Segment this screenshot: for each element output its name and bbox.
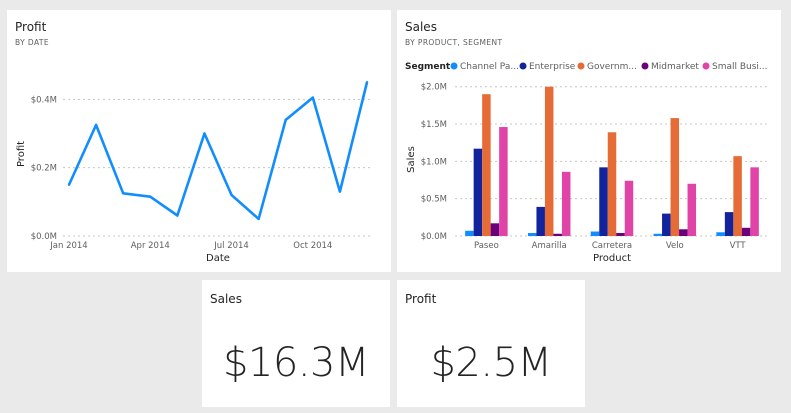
bar [679,229,688,236]
legend-label: Channel Pa... [460,62,519,72]
y-tick-label: $0.2M [31,164,57,174]
y-tick-label: $2.0M [421,83,447,93]
sales-by-product-segment-card[interactable]: Sales BY PRODUCT, SEGMENT Segment Channel… [397,10,781,272]
bar [624,180,634,236]
legend-swatch [702,62,710,70]
profit-data-point [94,123,98,127]
bar [724,212,734,236]
y-tick-label: $1.5M [421,120,447,130]
bar [716,232,725,236]
legend-label: Enterprise [529,62,576,72]
bar [465,230,474,236]
profit-data-point [284,118,287,122]
bar [527,233,537,236]
profit-data-point [230,193,233,197]
profit-data-point [203,132,206,135]
profit-data-point [121,192,125,195]
x-axis-title: Product [593,253,631,264]
bar [616,233,625,236]
profit-data-point [67,183,71,186]
profit-series-line [67,81,369,221]
legend-swatch [519,62,527,70]
y-axis-title: Profit [16,141,27,167]
x-tick-label: Paseo [474,241,499,251]
legend-label: Midmarket [651,62,699,72]
profit-data-point [176,214,179,217]
x-tick-label: VTT [730,241,747,251]
bar [536,206,545,236]
legend-swatch [450,62,458,70]
bar [733,156,742,236]
bar [687,183,697,236]
y-tick-label: $0.0M [421,232,447,242]
x-tick-label: Velo [666,241,684,251]
x-axis-title: Date [206,253,230,264]
bar [607,132,617,236]
y-tick-label: $0.5M [421,195,447,205]
bar [544,86,554,236]
bar [561,171,571,236]
legend-title: Segment [405,62,451,72]
x-tick-label: Apr 2014 [131,241,170,251]
bar [670,118,680,236]
bar [553,233,562,236]
kpi-value: $16.3M [222,340,370,386]
kpi-value: $2.5M [430,340,552,386]
bar [590,231,600,236]
profit-data-point [338,190,342,193]
bar [490,223,500,236]
profit-line-chart[interactable]: $0.0M$0.2M$0.4MJan 2014 Apr 2014 Jul 2014 O… [7,10,391,272]
kpi-title: Profit [405,292,437,306]
profit-data-point [257,217,260,221]
x-tick-label: Oct 2014 [293,241,332,251]
y-tick-label: $1.0M [421,157,447,167]
bar [482,94,491,236]
profit-kpi-card[interactable]: Profit $2.5M [397,280,585,407]
sales-bar-chart[interactable]: Segment Channel Pa... Enterprise Governm...… [397,10,781,272]
legend-swatch [577,62,585,70]
profit-data-point [149,195,152,198]
bar [473,148,483,236]
profit-by-date-card[interactable]: Profit BY DATE $0.0M $0.2M $0.4M Jan 2014 Ap… [7,10,391,272]
bar [741,227,751,236]
sales-kpi-card[interactable]: Sales $16.3M [202,280,390,407]
bar [750,167,759,236]
x-tick-label: Amarilla [532,241,567,251]
bar [662,213,671,236]
profit-data-point [365,81,369,84]
x-tick-label: Jul 2014 [213,241,249,251]
kpi-title: Sales [210,292,242,306]
y-tick-label: $0.4M [31,95,57,105]
x-tick-label: Jan 2014 [49,241,87,251]
x-tick-label: Carretera [592,241,632,251]
bar [499,127,508,236]
profit-data-point [311,96,315,99]
y-axis-title: Sales [406,146,417,173]
bar [599,167,608,236]
legend-label: Governm... [587,62,637,72]
bar [653,233,663,236]
legend-swatch [641,62,649,70]
legend-label: Small Busi... [712,62,768,72]
